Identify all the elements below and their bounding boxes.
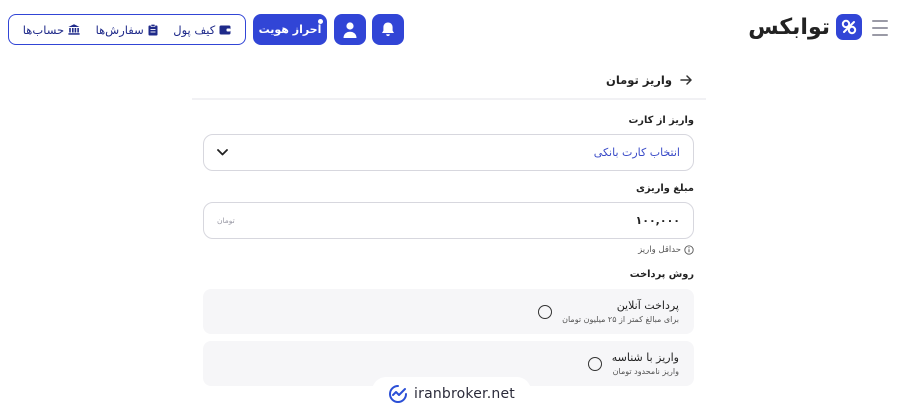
kyc-button[interactable]: احراز هویت	[253, 14, 327, 45]
amount-input[interactable]: ۱۰۰,۰۰۰ تومان	[203, 202, 694, 239]
nav-item-label: حساب‌ها	[22, 22, 65, 37]
logo-text: توابکس	[748, 14, 830, 40]
payment-method-label: روش پرداخت	[629, 269, 694, 280]
chart-check-icon	[389, 384, 408, 403]
bank-icon	[68, 24, 80, 35]
min-deposit-hint: حداقل واریز	[638, 245, 694, 255]
card-select-value: انتخاب کارت بانکی	[593, 146, 680, 159]
notification-dot	[318, 19, 323, 24]
info-icon	[684, 245, 694, 255]
chevron-down-icon	[217, 149, 228, 156]
watermark: iranbroker.net	[372, 377, 531, 410]
payment-option-online[interactable]: پرداخت آنلاین برای مبالغ کمتر از ۲۵ میلی…	[203, 289, 694, 334]
user-icon	[343, 21, 357, 38]
wallet-icon	[219, 25, 231, 34]
kyc-label: احراز هویت	[258, 23, 322, 36]
amount-unit: تومان	[217, 216, 235, 225]
watermark-text: iranbroker.net	[414, 385, 515, 402]
notifications-button[interactable]	[372, 14, 404, 45]
page-header: واریز تومان	[192, 62, 706, 100]
page-title: واریز تومان	[606, 73, 672, 87]
amount-label: مبلغ واریزی	[635, 183, 694, 194]
bell-icon	[382, 22, 394, 37]
nav-item-orders[interactable]: سفارش‌ها	[96, 23, 158, 37]
profile-button[interactable]	[334, 14, 366, 45]
radio-online[interactable]	[538, 304, 553, 319]
logo[interactable]: توابکس	[748, 14, 862, 40]
logo-mark-icon	[836, 14, 862, 40]
option-text: واریز با شناسه واریز نامحدود تومان	[612, 351, 679, 376]
option-text: پرداخت آنلاین برای مبالغ کمتر از ۲۵ میلی…	[562, 299, 679, 324]
option-title: پرداخت آنلاین	[616, 299, 679, 312]
option-title: واریز با شناسه	[611, 351, 679, 364]
option-subtitle: واریز نامحدود تومان	[612, 367, 679, 376]
bank-card-select[interactable]: انتخاب کارت بانکی	[203, 134, 694, 171]
nav-item-wallet[interactable]: کیف پول	[173, 23, 231, 37]
radio-id-deposit[interactable]	[587, 356, 602, 371]
hamburger-menu-icon[interactable]	[872, 20, 888, 36]
nav-item-label: سفارش‌ها	[95, 22, 144, 37]
back-arrow-icon[interactable]	[680, 75, 692, 85]
nav-item-label: کیف پول	[173, 22, 216, 37]
nav-item-accounts[interactable]: حساب‌ها	[23, 23, 80, 37]
top-nav: کیف پول سفارش‌ها حساب‌ها	[8, 14, 246, 45]
option-subtitle: برای مبالغ کمتر از ۲۵ میلیون تومان	[562, 315, 679, 324]
min-deposit-text: حداقل واریز	[638, 245, 681, 255]
clipboard-icon	[148, 23, 158, 35]
card-label: واریز از کارت	[628, 115, 694, 126]
amount-value: ۱۰۰,۰۰۰	[635, 214, 680, 227]
